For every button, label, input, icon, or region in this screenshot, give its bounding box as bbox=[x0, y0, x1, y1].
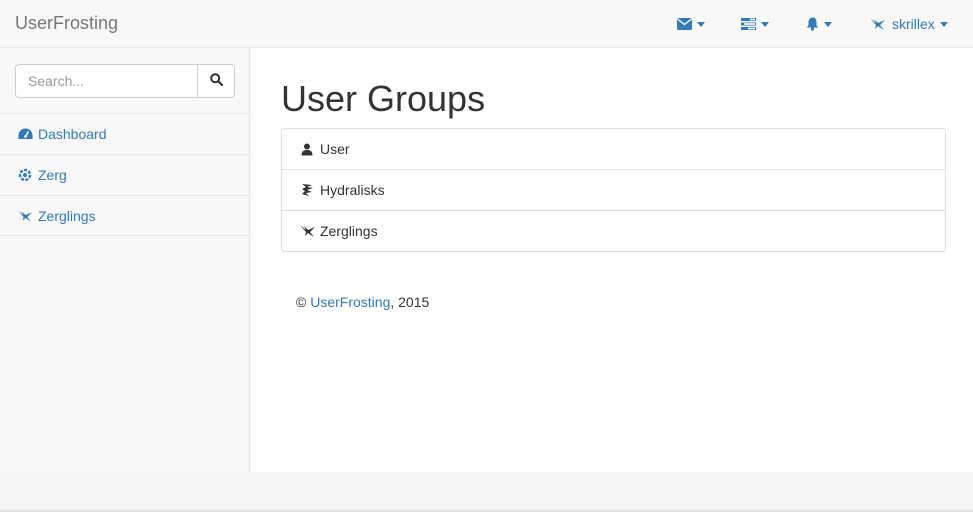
list-item[interactable]: User bbox=[282, 129, 945, 169]
user-icon bbox=[298, 141, 316, 157]
list-item[interactable]: Hydralisks bbox=[282, 169, 945, 210]
user-dropdown[interactable]: skrillex bbox=[869, 14, 948, 34]
bottom-strip bbox=[0, 472, 973, 512]
top-navbar: UserFrosting skrillex bbox=[0, 0, 973, 48]
chevron-down-icon bbox=[824, 21, 832, 27]
search-input[interactable] bbox=[15, 64, 197, 98]
sidebar-item-dashboard[interactable]: Dashboard bbox=[0, 113, 249, 154]
sidebar-item-zerg[interactable]: Zerg bbox=[0, 154, 249, 195]
hydralisk-icon bbox=[298, 182, 316, 198]
footer: © UserFrosting, 2015 bbox=[296, 294, 429, 310]
brand-link[interactable]: UserFrosting bbox=[15, 13, 118, 34]
search-icon bbox=[209, 73, 223, 89]
group-label: Hydralisks bbox=[320, 182, 385, 198]
chevron-down-icon bbox=[761, 21, 769, 27]
messages-dropdown[interactable] bbox=[677, 14, 705, 34]
dashboard-icon bbox=[17, 126, 33, 142]
zergling-icon bbox=[298, 223, 316, 239]
sidebar-item-zerglings[interactable]: Zerglings bbox=[0, 195, 249, 236]
group-list: User Hydralisks Zerglings bbox=[281, 128, 946, 252]
bell-icon bbox=[806, 17, 819, 31]
alerts-dropdown[interactable] bbox=[806, 14, 832, 34]
group-label: User bbox=[320, 141, 350, 157]
main-content: User Groups User Hydralisks Zerglings © … bbox=[251, 48, 973, 472]
search-form bbox=[15, 64, 235, 98]
envelope-icon bbox=[677, 18, 692, 30]
search-button[interactable] bbox=[197, 64, 235, 98]
footer-year: , 2015 bbox=[390, 294, 430, 310]
sidebar-item-label: Zerglings bbox=[38, 207, 96, 224]
zerg-icon bbox=[17, 167, 33, 183]
list-item[interactable]: Zerglings bbox=[282, 210, 945, 251]
sidebar-nav: Dashboard Zerg Zerglings bbox=[0, 113, 249, 236]
page-title: User Groups bbox=[281, 78, 486, 119]
group-label: Zerglings bbox=[320, 223, 378, 239]
sidebar-item-label: Dashboard bbox=[38, 126, 107, 142]
zergling-icon bbox=[17, 208, 33, 224]
chevron-down-icon bbox=[697, 21, 705, 27]
chevron-down-icon bbox=[939, 21, 948, 27]
sidebar: Dashboard Zerg Zerglings bbox=[0, 48, 250, 472]
footer-link[interactable]: UserFrosting bbox=[310, 294, 390, 310]
zergling-icon bbox=[869, 17, 886, 31]
sidebar-item-label: Zerg bbox=[38, 167, 67, 183]
tasks-icon bbox=[741, 18, 756, 30]
user-name: skrillex bbox=[892, 16, 935, 32]
tasks-dropdown[interactable] bbox=[741, 14, 769, 34]
copyright-symbol: © bbox=[296, 294, 307, 310]
